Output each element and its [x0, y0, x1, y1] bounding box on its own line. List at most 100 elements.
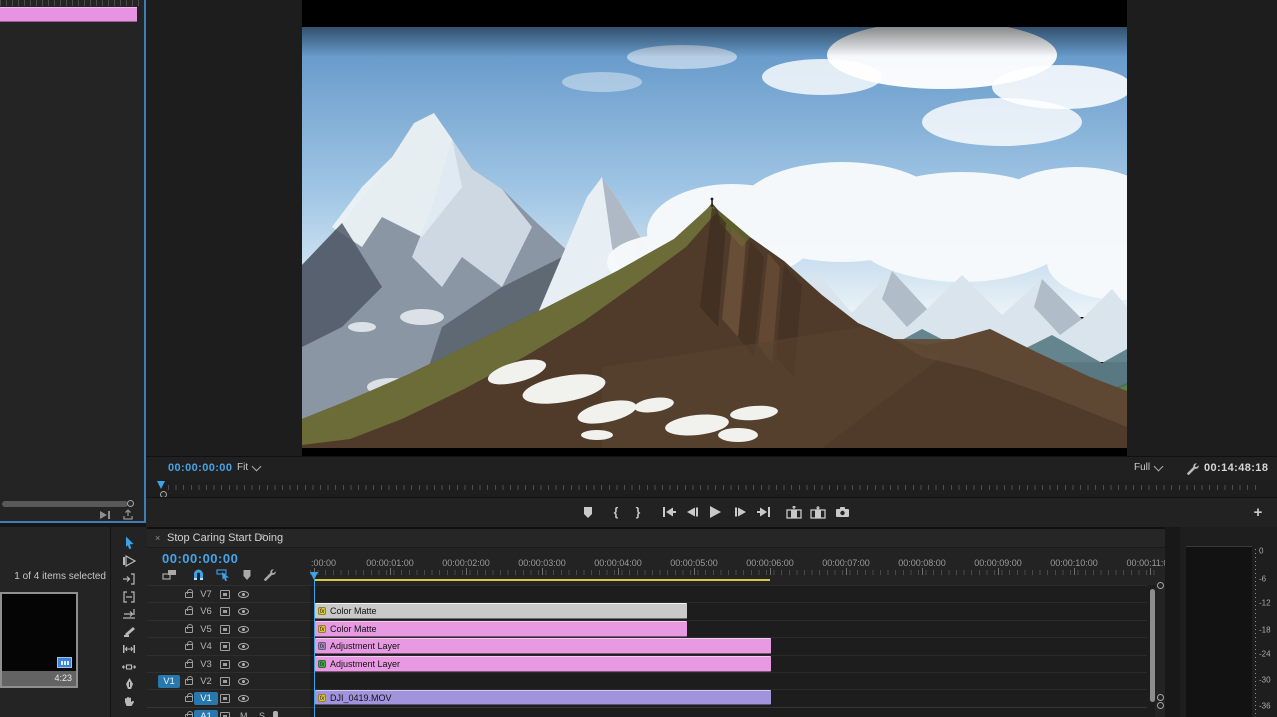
sync-lock-icon[interactable] [220, 694, 230, 703]
track-visibility-eye-icon[interactable] [238, 643, 249, 650]
sync-lock-icon[interactable] [220, 677, 230, 686]
insert-overwrite-nest-icon[interactable] [161, 567, 177, 582]
button-editor-icon[interactable]: + [1249, 503, 1267, 521]
track-visibility-eye-icon[interactable] [238, 695, 249, 702]
go-to-out-icon[interactable] [754, 503, 772, 521]
razor-tool[interactable] [121, 624, 137, 640]
wrench-icon[interactable] [1186, 462, 1200, 476]
hand-tool[interactable] [121, 694, 137, 710]
clip-thumbnail[interactable]: 4:23 [0, 592, 78, 688]
timeline-playhead[interactable] [310, 572, 318, 580]
rate-stretch-tool[interactable] [121, 606, 137, 622]
linked-selection-icon[interactable] [215, 567, 231, 582]
track-name[interactable]: V6 [194, 605, 218, 618]
timeline-vertical-scrollbar[interactable] [1150, 589, 1155, 702]
secondary-timeline-panel[interactable] [0, 0, 146, 523]
mini-horizontal-scrollbar[interactable] [2, 501, 128, 507]
step-forward-icon[interactable] [731, 503, 749, 521]
scrollbar-handle-top[interactable] [1157, 582, 1164, 589]
lock-icon[interactable] [185, 696, 193, 702]
mark-out-icon[interactable]: } [629, 503, 647, 521]
track-select-forward-tool[interactable] [121, 553, 137, 569]
sync-lock-icon[interactable] [220, 712, 230, 717]
timeline-settings-wrench-icon[interactable] [262, 567, 278, 582]
timeline-current-timecode[interactable]: 00:00:00:00 [162, 551, 238, 566]
voiceover-mic-icon[interactable] [273, 711, 278, 717]
clip-color-matte-v6[interactable]: fx Color Matte [315, 603, 687, 619]
track-visibility-eye-icon[interactable] [238, 608, 249, 615]
source-patch-badge[interactable]: V1 [158, 675, 180, 688]
ripple-edit-tool[interactable] [121, 571, 137, 587]
track-visibility-eye-icon[interactable] [238, 678, 249, 685]
lock-icon[interactable] [185, 627, 193, 633]
mini-timeline-clip[interactable] [0, 7, 137, 22]
sync-lock-icon[interactable] [220, 590, 230, 599]
sync-lock-icon[interactable] [220, 607, 230, 616]
track-height-handle[interactable] [1157, 702, 1164, 709]
scrollbar-handle-bottom[interactable] [1157, 694, 1164, 701]
clip-adjustment-layer-v3[interactable]: fx Adjustment Layer [315, 656, 771, 672]
monitor-seek-bar[interactable] [146, 480, 1277, 497]
track-header-v6[interactable]: V6 [147, 602, 310, 619]
add-marker-icon[interactable] [579, 503, 597, 521]
go-to-in-icon[interactable] [660, 503, 678, 521]
sync-lock-icon[interactable] [220, 642, 230, 651]
track-name[interactable]: V3 [194, 658, 218, 671]
slip-tool[interactable] [121, 641, 137, 657]
track-header-a1[interactable]: A1 M S [147, 707, 310, 717]
export-icon[interactable] [122, 509, 134, 521]
lift-icon[interactable] [785, 503, 803, 521]
seek-ruler[interactable] [168, 485, 1261, 490]
track-header-v3[interactable]: V3 [147, 655, 310, 672]
track-header-v5[interactable]: V5 [147, 620, 310, 637]
track-name[interactable]: V2 [194, 675, 218, 688]
track-visibility-eye-icon[interactable] [238, 661, 249, 668]
lock-icon[interactable] [185, 592, 193, 598]
add-marker-icon[interactable] [239, 567, 255, 582]
lock-icon[interactable] [185, 662, 193, 668]
mini-scrollbar-handle[interactable] [127, 500, 134, 507]
track-header-v2[interactable]: V1 V2 [147, 672, 310, 689]
track-name[interactable]: V5 [194, 623, 218, 636]
track-name[interactable]: V1 [194, 692, 218, 705]
mini-timeline-ruler[interactable] [0, 0, 146, 6]
thumbnail-image[interactable] [2, 594, 76, 671]
lock-icon[interactable] [185, 679, 193, 685]
track-name[interactable]: V4 [194, 640, 218, 653]
work-area-bar[interactable] [315, 579, 770, 581]
sequence-tab-title[interactable]: Stop Caring Start Doing [167, 532, 283, 544]
track-lane-v7[interactable] [310, 585, 1147, 602]
clip-adjustment-layer-v4[interactable]: fx Adjustment Layer [315, 638, 771, 654]
sync-lock-icon[interactable] [220, 660, 230, 669]
step-back-icon[interactable] [683, 503, 701, 521]
track-header-v7[interactable]: V7 [147, 585, 310, 602]
panel-menu-icon[interactable]: ≡ [259, 532, 264, 543]
zoom-level-select[interactable]: Fit [237, 462, 260, 473]
track-header-v1[interactable]: V1 [147, 689, 310, 706]
export-frame-icon[interactable] [833, 503, 851, 521]
track-name[interactable]: A1 [194, 710, 218, 717]
track-visibility-eye-icon[interactable] [238, 626, 249, 633]
mark-in-icon[interactable]: { [607, 503, 625, 521]
pen-tool[interactable] [121, 676, 137, 692]
solo-button[interactable]: S [259, 711, 265, 717]
monitor-current-timecode[interactable]: 00:00:00:00 [168, 462, 232, 474]
sync-lock-icon[interactable] [220, 625, 230, 634]
close-icon[interactable]: × [155, 533, 160, 543]
clip-color-matte-v5[interactable]: fx Color Matte [315, 621, 687, 637]
slide-tool[interactable] [121, 659, 137, 675]
extract-icon[interactable] [809, 503, 827, 521]
clip-dji-0419-v1[interactable]: fx DJI_0419.MOV [315, 690, 771, 705]
lock-icon[interactable] [185, 644, 193, 650]
track-lane-a1[interactable] [310, 707, 1147, 717]
track-visibility-eye-icon[interactable] [238, 591, 249, 598]
mute-button[interactable]: M [240, 711, 248, 717]
track-header-v4[interactable]: V4 [147, 637, 310, 654]
rolling-edit-tool[interactable] [121, 589, 137, 605]
monitor-playhead[interactable] [157, 481, 165, 489]
playback-resolution-select[interactable]: Full [1134, 462, 1162, 473]
play-icon[interactable] [706, 503, 724, 521]
selection-tool[interactable] [121, 535, 137, 551]
track-name[interactable]: V7 [194, 588, 218, 601]
lock-icon[interactable] [185, 609, 193, 615]
